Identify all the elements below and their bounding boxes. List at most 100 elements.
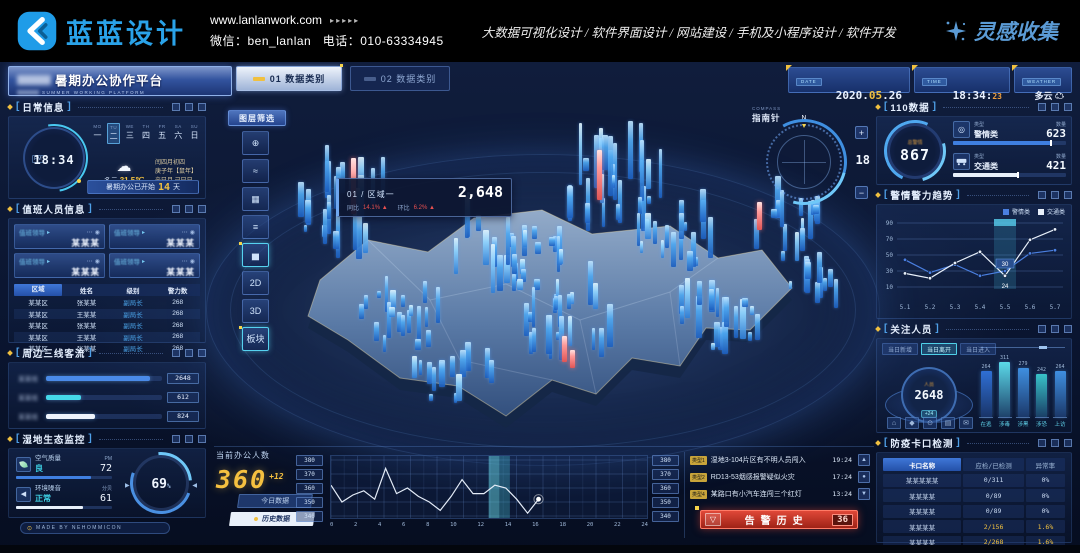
focus-tab-3[interactable]: 当日进入 [960,343,996,355]
layer-btn-list[interactable]: ≡ [242,215,269,239]
layer-btn-3d[interactable]: 3D [242,299,269,323]
tab-data-category-1[interactable]: 01 数据类别 [236,66,342,91]
duty-col-header[interactable]: 区域 [14,284,62,296]
alert-list: 类型1湿地3-104片区有不明人员闯入19:24 类型2RD13-53烟感报警疑似… [690,454,852,505]
window-icon[interactable] [1051,103,1059,111]
zoom-out-button[interactable]: − [855,186,868,199]
weekday-WE: WE三 [123,123,136,144]
checkpoint-row: 某某某某0/890% [883,489,1065,502]
window-icon[interactable] [185,349,193,357]
alert-time: 13:24 [832,490,852,498]
svg-text:24: 24 [1002,284,1009,290]
scroll-down-icon[interactable]: ▼ [858,488,870,500]
scroll-thumb-icon[interactable]: ● [858,471,870,483]
minimize-icon[interactable] [1038,325,1046,333]
layer-btn-bar-chart[interactable]: ▅ [242,243,269,267]
alert-time: 17:24 [832,473,852,481]
expand-icon[interactable] [198,435,206,443]
window-icon[interactable] [1051,191,1059,199]
minimize-icon[interactable] [172,435,180,443]
focus-tab-2[interactable]: 当日离开 [921,343,957,355]
home-icon[interactable]: ⌂ [887,417,901,429]
expand-icon[interactable] [198,103,206,111]
expand-icon[interactable] [1064,103,1072,111]
window-icon[interactable] [1051,325,1059,333]
flow-row: 某某线612 [15,390,199,404]
count-value: 623 [1046,127,1066,140]
duty-cell: 王某某 [62,309,110,319]
panel-focus-personnel: [关注人员] 当日新增当日离开当日进入 人员 2648 +24 264在逃311… [876,322,1072,433]
window-icon[interactable] [185,435,193,443]
layer-btn-location[interactable]: ⊕ [242,131,269,155]
expand-icon[interactable] [198,205,206,213]
layer-btn-2d[interactable]: 2D [242,271,269,295]
alert-row[interactable]: 类型1湿地3-104片区有不明人员闯入19:24 [690,454,852,466]
panel-checkpoint: [防疫卡口检测] 卡口名称应检/已检测异常率某某某某某0/3110%某某某某0/… [876,436,1072,543]
layer-filter-toolbar: 图层筛选 ⊕≈▦≡▅2D3D板块 [228,110,286,351]
zoom-in-button[interactable]: + [855,126,868,139]
mail-icon[interactable]: ✉ [959,417,973,429]
dotted-line [943,107,1029,108]
svg-text:50: 50 [886,252,894,259]
alert-row[interactable]: 类型4某路口有小汽车连闯三个红灯13:24 [690,488,852,500]
expand-icon[interactable] [1064,439,1072,447]
alert-row[interactable]: 类型2RD13-53烟感报警疑似火灾17:24 [690,471,852,483]
duty-card[interactable]: 值班领导▸⋯◉某某某 [109,253,200,278]
expand-icon[interactable] [198,349,206,357]
checkpoint-row: 某某某某0/890% [883,505,1065,518]
minimize-icon[interactable] [1038,439,1046,447]
bar-value: 242 [1037,367,1046,373]
minimize-icon[interactable] [172,205,180,213]
duty-col-header[interactable]: 级别 [111,285,156,295]
weekday-TH: TH四 [139,123,152,144]
checkpoint-col-header[interactable]: 卡口名称 [883,458,961,471]
minimize-icon[interactable] [172,349,180,357]
duty-col-header[interactable]: 警力数 [155,285,200,295]
status-dot-icon[interactable]: ◉ [95,258,100,265]
tab-data-category-2[interactable]: 02 数据类别 [350,66,450,91]
expand-icon[interactable] [1064,325,1072,333]
duty-card[interactable]: 值班领导▸⋯◉某某某 [109,224,200,249]
diamond-icon[interactable]: ◆ [905,417,919,429]
checkpoint-cell: 2/268 [963,536,1024,549]
checkpoint-col-header[interactable]: 异常率 [1026,458,1065,471]
minimize-icon[interactable] [1038,191,1046,199]
layer-btn-grid[interactable]: ▦ [242,187,269,211]
alert-history-banner[interactable]: ▽ 告警历史 36 [700,510,858,529]
duty-card[interactable]: 值班领导▸⋯◉某某某 [14,224,105,249]
window-icon[interactable] [185,103,193,111]
minimize-icon[interactable] [172,103,180,111]
vehicle-icon [953,153,970,170]
minimize-icon[interactable] [1038,103,1046,111]
expand-icon[interactable] [1064,191,1072,199]
status-dot-icon[interactable]: ◉ [95,229,100,236]
notice-days: 14 [158,182,170,193]
inspiration-collect[interactable]: 灵感收集 [944,16,1058,46]
air-label: 空气质量 [35,455,61,463]
layer-btn-signal[interactable]: ≈ [242,159,269,183]
website-link[interactable]: www.lanlanwork.com [210,13,322,27]
checkpoint-cell: 某某某某 [883,489,961,502]
trend-legend: 警情类交通类 [1003,207,1065,216]
noise-icon: ◀ [16,487,31,502]
status-dot-icon[interactable]: ◉ [190,258,195,265]
window-icon[interactable] [1051,439,1059,447]
alert-tag: 类型1 [690,456,707,465]
list-icon[interactable]: ▤ [941,417,955,429]
flow-label: 某某线 [15,373,41,383]
city-map[interactable] [250,180,830,430]
duty-col-header[interactable]: 姓名 [62,285,110,295]
checkpoint-col-header[interactable]: 应检/已检测 [963,458,1024,471]
target-icon[interactable]: ⊙ [923,417,937,429]
compass-dial[interactable]: N [766,124,842,200]
duty-card[interactable]: 值班领导▸⋯◉某某某 [14,253,105,278]
status-dot-icon[interactable]: ◉ [190,229,195,236]
focus-tab-1[interactable]: 当日新增 [882,343,918,355]
mini-slider[interactable] [981,347,1065,348]
x-tick: 0 [330,522,333,528]
window-icon[interactable] [185,205,193,213]
sparkle-icon [944,19,968,43]
yoy-label: 同比 [347,203,359,212]
scroll-up-icon[interactable]: ▲ [858,454,870,466]
layer-btn-blocks[interactable]: 板块 [242,327,269,351]
